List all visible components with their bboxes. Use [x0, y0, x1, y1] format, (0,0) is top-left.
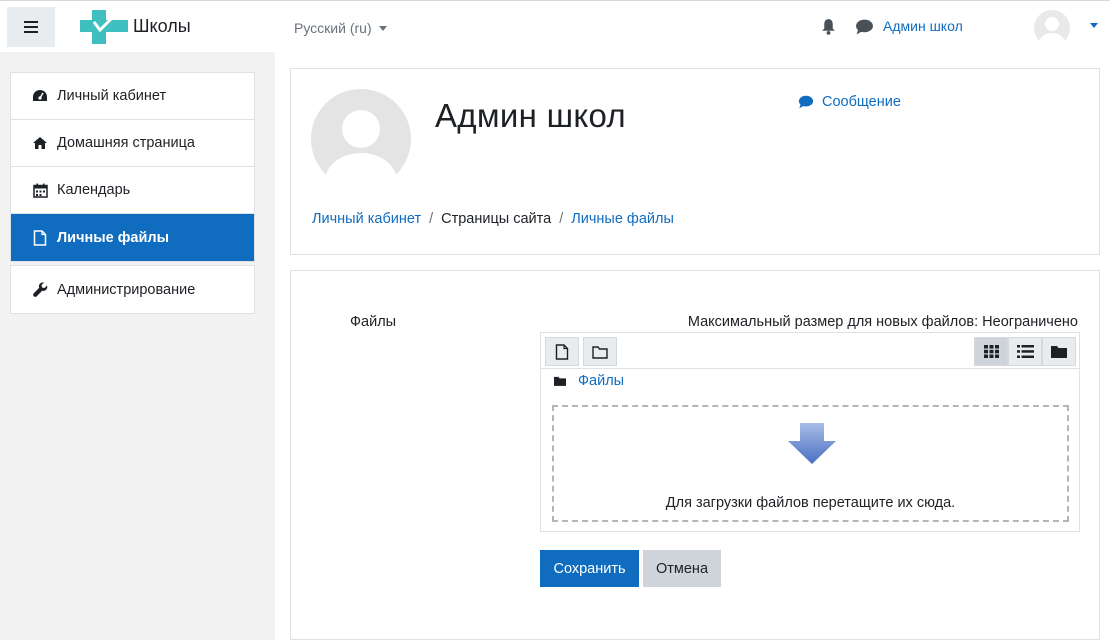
sidebar-item-administration[interactable]: Администрирование — [11, 266, 254, 313]
dashboard-icon — [32, 88, 48, 104]
language-menu[interactable]: Русский ‎(ru)‎ — [294, 20, 387, 36]
admin-menu: Администрирование — [10, 265, 255, 314]
breadcrumb-private-files-link[interactable]: Личные файлы — [571, 211, 674, 227]
file-drop-zone[interactable]: Для загрузки файлов перетащите их сюда. — [552, 405, 1069, 522]
folder-outline-icon — [592, 345, 608, 359]
message-link[interactable]: Сообщение — [798, 94, 901, 110]
page-header: Админ школ Сообщение Личный кабинет / Ст… — [290, 68, 1100, 255]
folder-icon — [1051, 346, 1067, 358]
list-icon — [1016, 345, 1034, 358]
folder-icon — [554, 376, 566, 386]
message-link-label: Сообщение — [822, 94, 901, 110]
files-form: Файлы Максимальный размер для новых файл… — [290, 270, 1100, 640]
nav-drawer: Личный кабинет Домашняя страница Календа… — [0, 52, 275, 640]
user-avatar-icon — [325, 110, 397, 189]
sidebar-item-label: Личный кабинет — [57, 88, 167, 104]
sidebar-item-label: Домашняя страница — [57, 135, 195, 151]
max-file-size-text: Максимальный размер для новых файлов: Не… — [687, 314, 1078, 330]
current-folder-link[interactable]: Файлы — [578, 373, 624, 389]
save-button[interactable]: Сохранить — [540, 550, 639, 587]
user-menu-chevron-icon[interactable] — [1090, 23, 1098, 28]
breadcrumb-separator: / — [429, 211, 434, 227]
user-name-link[interactable]: Админ школ — [883, 18, 963, 34]
avatar — [311, 89, 411, 189]
view-tree-button[interactable] — [1042, 337, 1076, 366]
avatar[interactable] — [1034, 10, 1070, 46]
cancel-button[interactable]: Отмена — [643, 550, 721, 587]
breadcrumb-site-pages: Страницы сайта — [441, 211, 552, 227]
wrench-icon — [32, 282, 48, 298]
user-avatar-icon — [1039, 17, 1065, 46]
drawer-toggle-button[interactable] — [7, 7, 55, 47]
breadcrumb-separator: / — [559, 211, 564, 227]
file-icon — [32, 229, 48, 246]
language-label: Русский ‎(ru)‎ — [294, 20, 372, 36]
sidebar-item-home[interactable]: Домашняя страница — [11, 120, 254, 167]
arrow-down-icon — [788, 423, 836, 464]
file-manager-path: Файлы — [554, 373, 624, 389]
bell-icon[interactable] — [820, 18, 837, 35]
add-file-button[interactable] — [545, 337, 579, 366]
file-manager: Файлы Для загрузки файлов перетащите их … — [540, 332, 1080, 532]
sidebar-item-label: Администрирование — [57, 281, 196, 298]
sidebar-item-label: Календарь — [57, 182, 131, 198]
sidebar-item-dashboard[interactable]: Личный кабинет — [11, 73, 254, 120]
chat-icon — [798, 95, 814, 109]
calendar-icon — [32, 182, 48, 198]
view-icons-button[interactable] — [974, 337, 1008, 366]
sidebar-item-label: Личные файлы — [57, 229, 169, 246]
page-title: Админ школ — [435, 97, 626, 134]
file-icon — [555, 343, 569, 360]
sidebar-item-calendar[interactable]: Календарь — [11, 167, 254, 214]
drop-zone-text: Для загрузки файлов перетащите их сюда. — [665, 495, 956, 511]
create-folder-button[interactable] — [583, 337, 617, 366]
chevron-down-icon — [378, 25, 387, 31]
navbar: Школы Русский ‎(ru)‎ Админ школ — [0, 0, 1110, 52]
grid-icon — [983, 345, 999, 358]
breadcrumb: Личный кабинет / Страницы сайта / Личные… — [312, 211, 674, 227]
sidebar-item-private-files[interactable]: Личные файлы — [11, 214, 254, 261]
file-manager-toolbar — [541, 333, 1079, 369]
breadcrumb-dashboard-link[interactable]: Личный кабинет — [312, 211, 421, 227]
files-field-label: Файлы — [350, 314, 397, 330]
chat-icon[interactable] — [855, 19, 874, 35]
home-icon — [32, 135, 48, 151]
site-name[interactable]: Школы — [133, 16, 191, 37]
view-list-button[interactable] — [1008, 337, 1042, 366]
nav-menu: Личный кабинет Домашняя страница Календа… — [10, 72, 255, 262]
hamburger-icon — [24, 21, 38, 33]
site-logo-icon[interactable] — [76, 10, 128, 44]
